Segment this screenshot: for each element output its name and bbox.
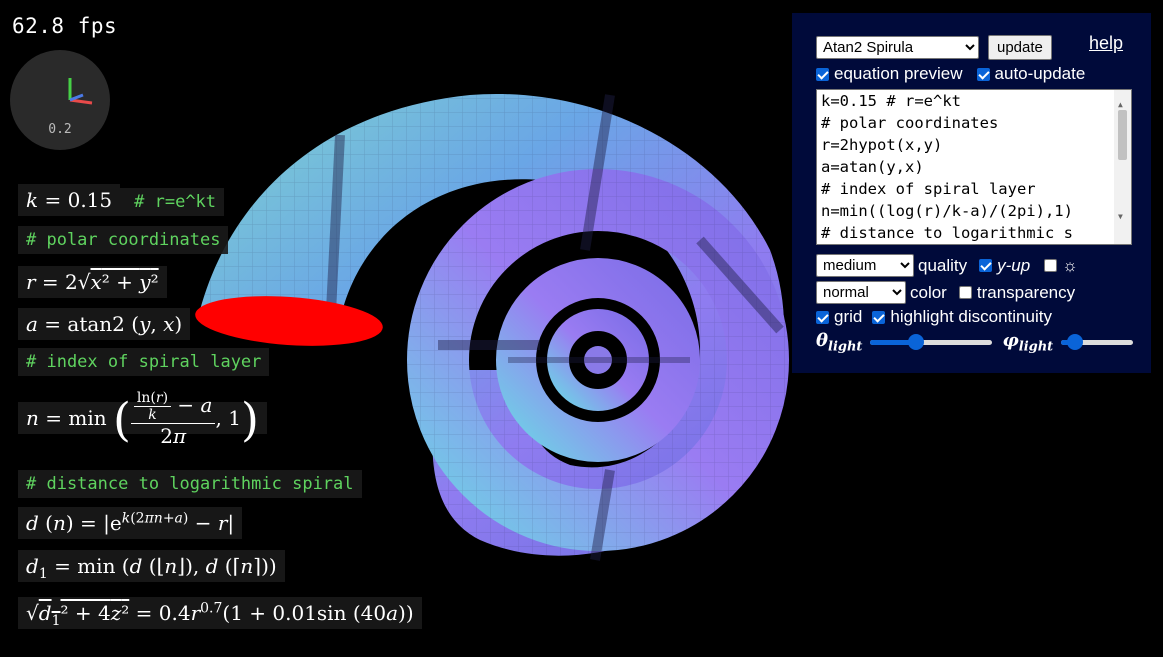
eq-d: d (n) = |ek(2πn+a) − r|: [18, 506, 243, 539]
auto-update-label: auto-update: [994, 64, 1086, 83]
scroll-thumb[interactable]: [1118, 110, 1127, 160]
phi-slider-knob[interactable]: [1066, 334, 1083, 351]
theta-slider-knob[interactable]: [907, 334, 924, 351]
editor-line[interactable]: n=min((log(r)/k-a)/(2pi),1): [817, 200, 1131, 222]
eq-k: k = 0.15: [18, 184, 121, 216]
eq-comment-distance: # distance to logarithmic spiral: [18, 470, 362, 498]
eq-d1: d1 = min (d (⌊n⌋), d (⌈n⌉)): [18, 550, 285, 582]
equation-editor[interactable]: k=0.15 # r=e^kt # polar coordinates r=2hyp…: [816, 89, 1132, 245]
eq-surface: √d1² + 4z² = 0.4r0.7(1 + 0.01sin (40a)): [18, 596, 422, 629]
auto-update-checkbox[interactable]: [976, 67, 990, 81]
sun-icon: ☼: [1062, 255, 1078, 275]
editor-scrollbar[interactable]: ▲ ▼: [1114, 90, 1131, 244]
highlight-discontinuity-checkbox[interactable]: [872, 310, 886, 324]
eq-a: a = atan2 (y, x): [18, 308, 191, 340]
grid-checkbox[interactable]: [816, 310, 829, 324]
theta-light-slider[interactable]: [870, 334, 993, 351]
color-label: color: [910, 282, 947, 302]
transparency-label: transparency: [976, 282, 1076, 302]
color-select[interactable]: normal: [816, 281, 906, 304]
editor-line[interactable]: # distance to logarithmic s: [817, 222, 1131, 244]
eq-k-comment: # r=e^kt: [120, 188, 225, 216]
scroll-down-icon[interactable]: ▼: [1118, 206, 1123, 228]
quality-row: medium quality y-up ☼: [816, 254, 1078, 277]
light-theme-checkbox[interactable]: [1044, 259, 1058, 272]
help-link[interactable]: help: [1089, 33, 1123, 54]
control-panel: Atan2 Spirula update help equation previ…: [792, 13, 1151, 373]
eq-r: r = 2√x² + y²: [18, 266, 167, 298]
transparency-checkbox[interactable]: [958, 286, 972, 299]
eq-n: n = min (ln(r) k − a 2π, 1): [18, 390, 267, 448]
equation-preview-label: equation preview: [834, 64, 963, 83]
light-row: θlight φlight: [816, 330, 1134, 355]
editor-line[interactable]: r=2hypot(x,y): [817, 134, 1131, 156]
highlight-discontinuity-label: highlight discontinuity: [890, 307, 1052, 326]
y-up-checkbox[interactable]: [979, 259, 993, 272]
preview-options-row: equation preview auto-update: [816, 64, 1085, 84]
fps-counter: 62.8 fps: [12, 14, 118, 38]
update-button[interactable]: update: [988, 35, 1052, 60]
quality-label: quality: [918, 255, 968, 275]
equation-preview-checkbox[interactable]: [816, 67, 829, 81]
phi-light-label: φlight: [1002, 330, 1054, 355]
phi-light-slider[interactable]: [1061, 334, 1134, 351]
preset-row: Atan2 Spirula update: [816, 35, 1052, 60]
editor-line[interactable]: # index of spiral layer: [817, 178, 1131, 200]
eq-comment-polar: # polar coordinates: [18, 226, 229, 254]
editor-line[interactable]: k=0.15 # r=e^kt: [817, 90, 1131, 112]
grid-row: grid highlight discontinuity: [816, 307, 1052, 327]
quality-select[interactable]: medium: [816, 254, 914, 277]
eq-line-k: k = 0.15 # r=e^kt: [18, 184, 225, 216]
grid-label: grid: [834, 307, 863, 326]
editor-line[interactable]: a=atan(y,x): [817, 156, 1131, 178]
preset-select[interactable]: Atan2 Spirula: [816, 36, 979, 59]
editor-line[interactable]: # polar coordinates: [817, 112, 1131, 134]
theta-light-label: θlight: [816, 330, 863, 355]
axes-gizmo[interactable]: 0.2: [10, 50, 110, 150]
y-up-label: y-up: [997, 255, 1031, 275]
eq-comment-index: # index of spiral layer: [18, 348, 270, 376]
axes-scale-label: 0.2: [48, 122, 72, 137]
color-row: normal color transparency: [816, 281, 1075, 304]
